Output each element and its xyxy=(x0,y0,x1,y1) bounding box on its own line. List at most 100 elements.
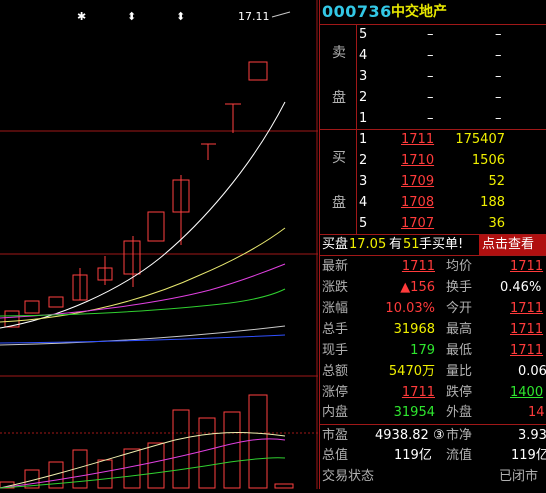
banner-mid2: 手买单! xyxy=(419,237,464,252)
quote-value-open[interactable]: 1711 xyxy=(510,301,543,317)
sell-level: 1 xyxy=(359,111,368,126)
quote-value-last[interactable]: 1711 xyxy=(379,259,435,275)
stock-code[interactable]: 000736 xyxy=(322,4,392,20)
pe-value: 4938.82 xyxy=(375,428,429,443)
quote-label: 最低 xyxy=(446,343,473,358)
event-marker-star-icon[interactable]: ✱ xyxy=(77,9,86,25)
total-value: 119亿 xyxy=(394,448,432,463)
total-value-label: 总值 xyxy=(322,448,349,463)
quote-value-limit-down[interactable]: 1400 xyxy=(510,385,543,401)
buy-price[interactable]: 1710 xyxy=(401,153,434,169)
quote-value-change: ▲156 xyxy=(400,280,435,295)
volume-ma20-line xyxy=(0,457,286,489)
sell-level: 3 xyxy=(359,69,368,84)
divider xyxy=(319,255,546,256)
sell-price[interactable]: – xyxy=(427,48,434,64)
divider xyxy=(319,129,546,130)
pb-value: 3.93 xyxy=(518,428,546,443)
banner-mid1: 有 xyxy=(389,237,403,252)
quote-label: 总手 xyxy=(322,322,349,337)
quote-label: 外盘 xyxy=(446,405,473,420)
view-details-button[interactable]: 点击查看 xyxy=(479,235,546,255)
sell-label-bottom: 盘 xyxy=(332,90,346,106)
divider xyxy=(319,24,546,25)
quote-value-high[interactable]: 1711 xyxy=(510,322,543,338)
sell-level: 4 xyxy=(359,48,368,63)
pb-label: 市净 xyxy=(446,428,473,443)
quote-label: 总额 xyxy=(322,364,349,379)
candle xyxy=(123,240,141,275)
ma30-line xyxy=(0,288,286,317)
candle xyxy=(248,61,268,81)
sell-price[interactable]: – xyxy=(427,90,434,106)
buy-level: 5 xyxy=(359,216,368,231)
buy-price[interactable]: 1711 xyxy=(401,132,434,148)
banner-prefix: 买盘 xyxy=(322,237,349,252)
chart-svg[interactable] xyxy=(0,0,318,489)
stock-name[interactable]: 中交地产 xyxy=(391,4,447,20)
buy-label-bottom: 盘 xyxy=(332,195,346,211)
candle xyxy=(147,211,165,242)
sell-volume: – xyxy=(495,111,502,126)
quote-value-turnover-rate: 0.46% xyxy=(500,280,542,295)
sell-price[interactable]: – xyxy=(427,111,434,127)
candle xyxy=(24,300,40,314)
view-details-label: 点击查看 xyxy=(482,237,535,252)
quote-panel: 000736 中交地产 卖 盘 5 4 3 2 1 – – – – – – – … xyxy=(319,0,546,489)
event-marker-diamond-icon[interactable]: ⬍ xyxy=(127,9,136,25)
quote-value-limit-up[interactable]: 1711 xyxy=(379,385,435,401)
buy-label-top: 买 xyxy=(332,150,346,166)
candlestick-chart[interactable]: ✱ ⬍ ⬍ 17.11 xyxy=(0,0,318,489)
volume-bar xyxy=(123,448,141,489)
ma5-line xyxy=(0,101,286,329)
pe-badge-icon[interactable]: ③ xyxy=(433,428,445,444)
quote-value-turnover: 5470万 xyxy=(388,364,435,379)
buy-volume: 52 xyxy=(488,174,505,189)
quote-label: 量比 xyxy=(446,364,473,379)
volume-ma10-line xyxy=(0,438,286,489)
volume-bar xyxy=(97,459,113,489)
buy-price[interactable]: 1707 xyxy=(401,216,434,232)
quote-label: 涨幅 xyxy=(322,301,349,316)
sell-volume: – xyxy=(495,48,502,63)
candles xyxy=(4,61,268,328)
sell-price[interactable]: – xyxy=(427,27,434,43)
sell-price[interactable]: – xyxy=(427,69,434,85)
volume-bar xyxy=(198,417,216,489)
quote-value-total-volume: 31968 xyxy=(393,322,435,337)
volume-bar xyxy=(147,442,165,489)
quote-value-outer-volume: 14 xyxy=(528,405,545,420)
volume-bar xyxy=(223,411,241,489)
buy-level: 2 xyxy=(359,153,368,168)
quote-value-inner-volume: 31954 xyxy=(393,405,435,420)
ma20-line xyxy=(0,263,286,319)
pe-label: 市盈 xyxy=(322,428,349,443)
buy-price[interactable]: 1708 xyxy=(401,195,434,211)
quote-value-avg-price[interactable]: 1711 xyxy=(510,259,543,275)
sell-level: 5 xyxy=(359,27,368,42)
sell-level: 2 xyxy=(359,90,368,105)
sell-volume: – xyxy=(495,90,502,105)
event-marker-diamond-icon[interactable]: ⬍ xyxy=(176,9,185,25)
candle xyxy=(48,296,64,308)
banner-price: 17.05 xyxy=(349,237,387,252)
quote-label: 内盘 xyxy=(322,405,349,420)
quote-label: 均价 xyxy=(446,259,473,274)
buy-level: 3 xyxy=(359,174,368,189)
trade-status-value: 已闭市 xyxy=(499,469,539,484)
quote-value-low[interactable]: 1711 xyxy=(510,343,543,359)
peak-arrow-line xyxy=(271,11,291,18)
trade-status-label: 交易状态 xyxy=(322,469,375,484)
volume-bar xyxy=(274,483,294,489)
buy-price[interactable]: 1709 xyxy=(401,174,434,190)
ma10-line xyxy=(0,227,286,323)
volume-bar xyxy=(172,409,190,489)
quote-label: 跌停 xyxy=(446,385,473,400)
buy-volume: 188 xyxy=(480,195,505,210)
peak-price-label: 17.11 xyxy=(238,10,270,23)
buy-level: 1 xyxy=(359,132,368,147)
buy-volume: 175407 xyxy=(455,132,505,147)
quote-label: 现手 xyxy=(322,343,349,358)
quote-label: 今开 xyxy=(446,301,473,316)
quote-value-current-volume: 179 xyxy=(410,343,435,358)
